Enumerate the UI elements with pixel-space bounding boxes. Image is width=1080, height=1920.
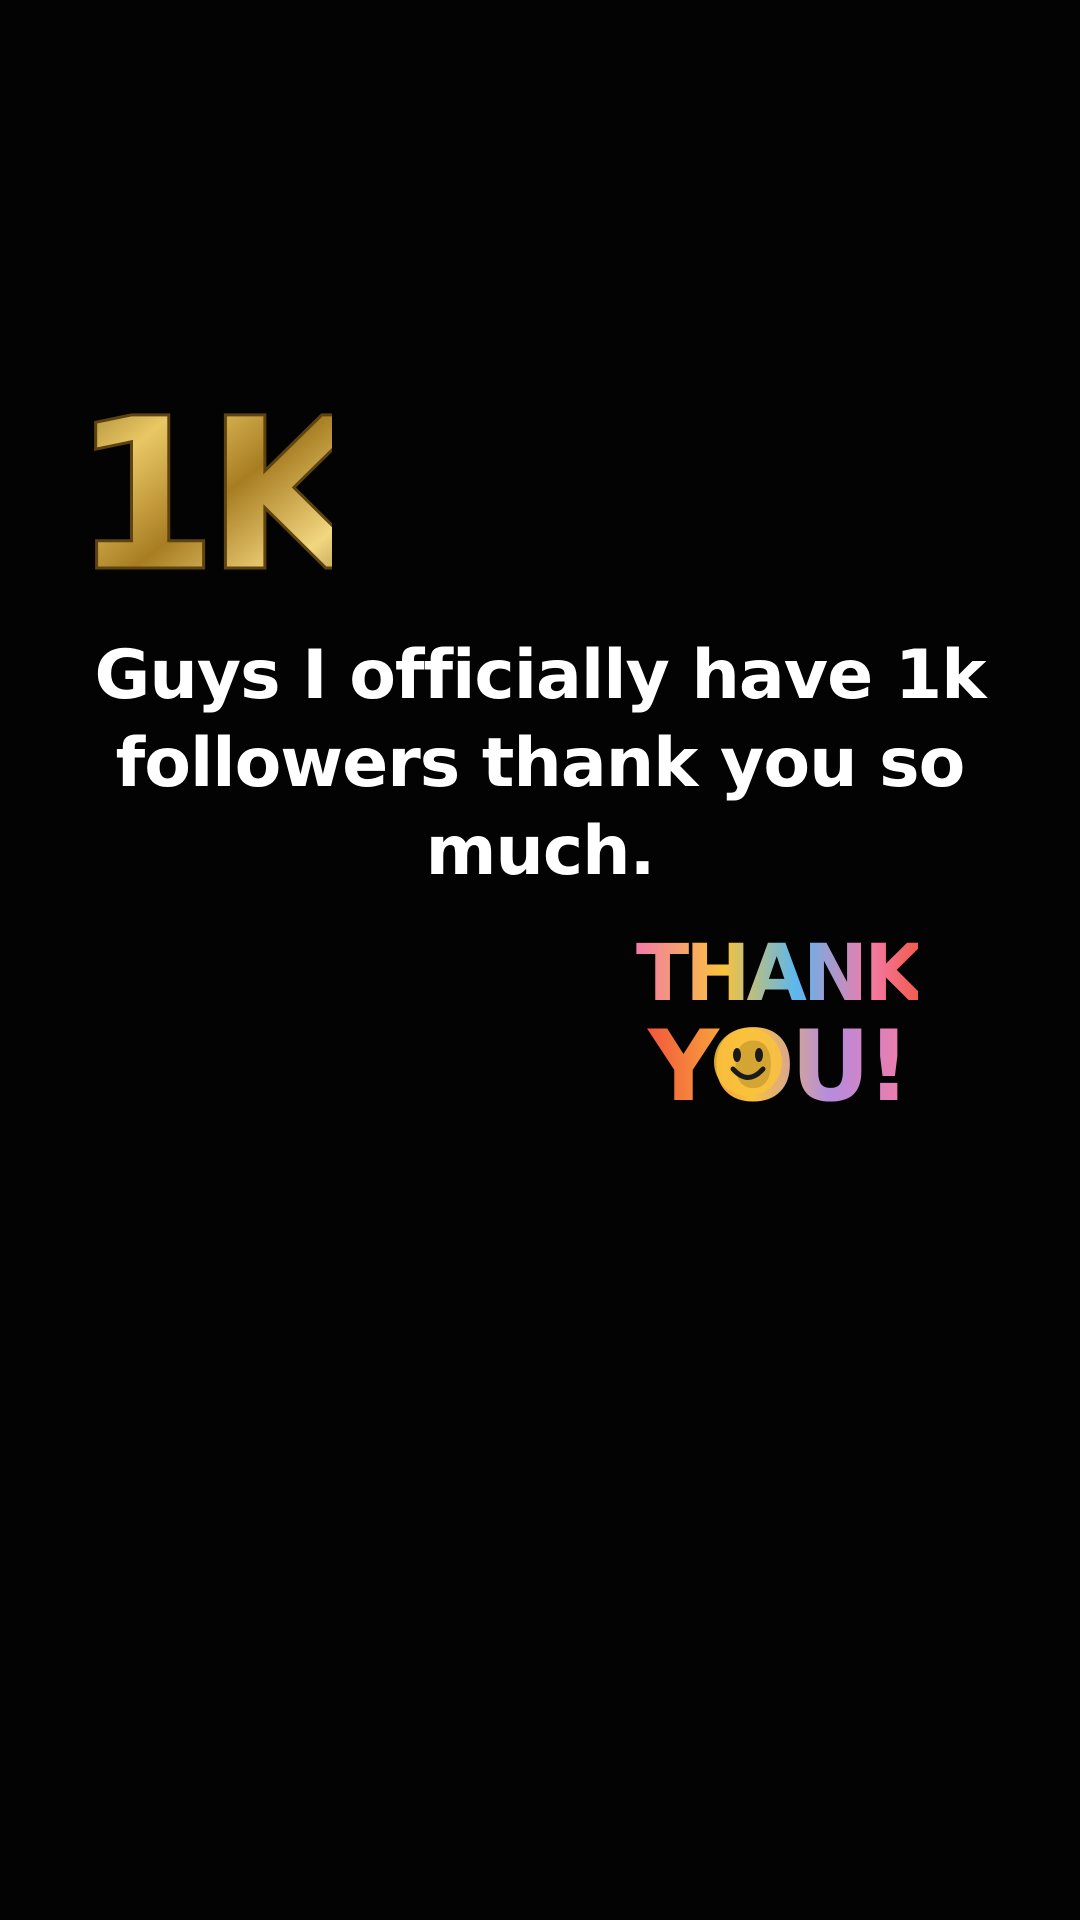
thank-you-smiley-sticker-icon: THANK YOU!: [628, 920, 918, 1120]
svg-text:THANK: THANK: [636, 929, 918, 1019]
story-canvas: 1K Guys I officially have 1k followers t…: [0, 0, 1080, 1920]
svg-text:1K: 1K: [72, 398, 332, 588]
gold-1k-sticker-icon: 1K: [72, 398, 332, 588]
story-caption: Guys I officially have 1k followers than…: [94, 636, 987, 891]
